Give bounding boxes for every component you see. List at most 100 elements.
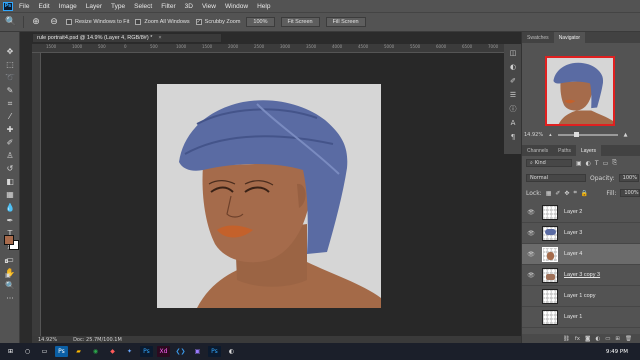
history-brush-icon[interactable]: ↺ [3, 163, 17, 174]
visibility-eye-icon[interactable]: 👁 [526, 272, 536, 279]
pen-tool-icon[interactable]: ✒ [3, 215, 17, 226]
paragraph-icon[interactable]: ¶ [508, 132, 518, 141]
navigator-preview[interactable] [545, 56, 615, 126]
link-layers-icon[interactable]: ⛓ [563, 336, 570, 342]
menu-help[interactable]: Help [257, 3, 270, 10]
visibility-eye-icon[interactable]: 👁 [526, 230, 536, 237]
scrubby-zoom-checkbox[interactable]: ✓ Scrubby Zoom [195, 19, 240, 25]
navigator-zoom-value[interactable]: 14.92% [524, 132, 543, 138]
gradient-icon[interactable]: ▦ [3, 189, 17, 200]
document-tab[interactable]: rule portrait4.psd @ 14.9% (Layer 4, RGB… [32, 33, 222, 43]
layer-name[interactable]: Layer 3 [564, 230, 582, 236]
layer-row-layer-1-copy[interactable]: Layer 1 copy [522, 286, 640, 307]
blur-tool-icon[interactable]: 💧 [3, 202, 17, 213]
delete-layer-icon[interactable]: 🗑 [625, 336, 632, 342]
new-layer-icon[interactable]: ⊞ [615, 336, 620, 342]
layer-name[interactable]: Layer 3 copy 3 [564, 272, 600, 278]
lock-pixels-icon[interactable]: ▦ [546, 190, 552, 197]
menu-window[interactable]: Window [225, 3, 248, 10]
zoom-in-icon[interactable]: ⊕ [30, 16, 42, 28]
tab-navigator[interactable]: Navigator [553, 32, 586, 43]
fill-screen-button[interactable]: Fill Screen [325, 17, 366, 27]
close-tab-icon[interactable]: × [158, 35, 161, 41]
status-zoom[interactable]: 14.92% [38, 337, 57, 343]
menu-3d[interactable]: 3D [185, 3, 193, 10]
layer-row-layer-1[interactable]: Layer 1 [522, 307, 640, 328]
lasso-tool-icon[interactable]: ➰ [3, 72, 17, 83]
menu-image[interactable]: Image [59, 3, 77, 10]
lock-artboard-icon[interactable]: ⌗ [573, 189, 576, 197]
zoom-in-mountain-icon[interactable]: ▲ [624, 132, 628, 138]
zoom-tool-icon[interactable]: 🔍 [3, 280, 17, 291]
clone-stamp-icon[interactable]: ♙ [3, 150, 17, 161]
adjustment-layer-icon[interactable]: ◐ [595, 336, 600, 342]
vscode-icon[interactable]: ❮❯ [174, 346, 187, 357]
healing-brush-icon[interactable]: ✚ [3, 124, 17, 135]
zoom-100-button[interactable]: 100% [246, 17, 275, 27]
tab-channels[interactable]: Channels [522, 145, 553, 156]
layer-name[interactable]: Layer 4 [564, 251, 582, 257]
quick-mask-icon[interactable]: ◘ [3, 256, 10, 267]
zoom-out-mountain-icon[interactable]: ▴ [549, 132, 552, 138]
menu-layer[interactable]: Layer [86, 3, 102, 10]
horizontal-ruler[interactable]: 1500 1000 500 0 500 1000 1500 2000 2500 … [32, 44, 521, 53]
info-icon[interactable]: ⓘ [508, 104, 518, 113]
filter-shape-icon[interactable]: ▭ [603, 160, 609, 167]
fx-icon[interactable]: fx [575, 336, 580, 342]
app-icon[interactable]: ◆ [106, 346, 119, 357]
menu-view[interactable]: View [202, 3, 216, 10]
tab-layers[interactable]: Layers [575, 145, 601, 156]
photoshop-taskbar-icon[interactable]: Ps [55, 346, 68, 357]
zoom-tool-icon[interactable]: 🔍 [5, 16, 17, 28]
app-icon[interactable]: ◐ [225, 346, 238, 357]
file-explorer-icon[interactable]: ▰ [72, 346, 85, 357]
layer-row-layer-3[interactable]: 👁 Layer 3 [522, 223, 640, 244]
tab-swatches[interactable]: Swatches [522, 32, 554, 43]
more-tools-icon[interactable]: ··· [3, 293, 17, 304]
system-clock[interactable]: 9:49 PM [606, 343, 628, 360]
foreground-color-swatch[interactable] [4, 235, 14, 245]
app-icon[interactable]: ▣ [191, 346, 204, 357]
filter-type-icon[interactable]: T [595, 160, 599, 167]
visibility-eye-icon[interactable]: 👁 [526, 251, 536, 258]
character-icon[interactable]: A [508, 118, 518, 127]
menu-filter[interactable]: Filter [161, 3, 175, 10]
new-group-icon[interactable]: ▭ [605, 336, 610, 342]
document-canvas[interactable] [157, 84, 381, 308]
windows-start-icon[interactable]: ⊞ [4, 346, 17, 357]
fill-input[interactable]: 100% [620, 189, 640, 197]
quick-select-icon[interactable]: ✎ [3, 85, 17, 96]
opacity-input[interactable]: 100% [618, 174, 639, 182]
layer-row-layer-4[interactable]: 👁 Layer 4 [522, 244, 640, 265]
filter-adjust-icon[interactable]: ◐ [586, 160, 591, 167]
filter-smart-icon[interactable]: ⎘ [612, 159, 617, 167]
app-icon[interactable]: ✦ [123, 346, 136, 357]
tab-paths[interactable]: Paths [553, 145, 576, 156]
menu-select[interactable]: Select [134, 3, 152, 10]
zoom-all-windows-checkbox[interactable]: Zoom All Windows [135, 19, 190, 25]
history-icon[interactable]: ◫ [508, 48, 518, 57]
zoom-slider-knob[interactable] [573, 132, 579, 137]
crop-tool-icon[interactable]: ⌗ [3, 98, 17, 109]
marquee-tool-icon[interactable]: ⬚ [3, 59, 17, 70]
menu-file[interactable]: File [19, 3, 29, 10]
blend-mode-dropdown[interactable]: Normal [526, 174, 586, 182]
menu-edit[interactable]: Edit [38, 3, 49, 10]
layer-filter-dropdown[interactable]: ⌕ Kind [526, 159, 572, 167]
layer-row-layer-2[interactable]: 👁 Layer 2 [522, 202, 640, 223]
layer-row-layer-3-copy-3[interactable]: 👁 Layer 3 copy 3 [522, 265, 640, 286]
photoshop-logo[interactable]: Ps [3, 1, 13, 11]
lock-position-icon[interactable]: ✥ [564, 190, 569, 197]
task-view-icon[interactable]: ▭ [38, 346, 51, 357]
layer-name[interactable]: Layer 2 [564, 209, 582, 215]
brush-tool-icon[interactable]: ✐ [3, 137, 17, 148]
search-icon[interactable]: ○ [21, 346, 34, 357]
eraser-icon[interactable]: ◧ [3, 176, 17, 187]
xd-icon[interactable]: Xd [157, 346, 170, 357]
layer-name[interactable]: Layer 1 copy [564, 293, 596, 299]
properties-icon[interactable]: ☰ [508, 90, 518, 99]
visibility-eye-icon[interactable]: 👁 [526, 209, 536, 216]
resize-windows-checkbox[interactable]: Resize Windows to Fit [66, 19, 129, 25]
photoshop-icon[interactable]: Ps [208, 346, 221, 357]
add-mask-icon[interactable]: ◙ [585, 336, 590, 342]
